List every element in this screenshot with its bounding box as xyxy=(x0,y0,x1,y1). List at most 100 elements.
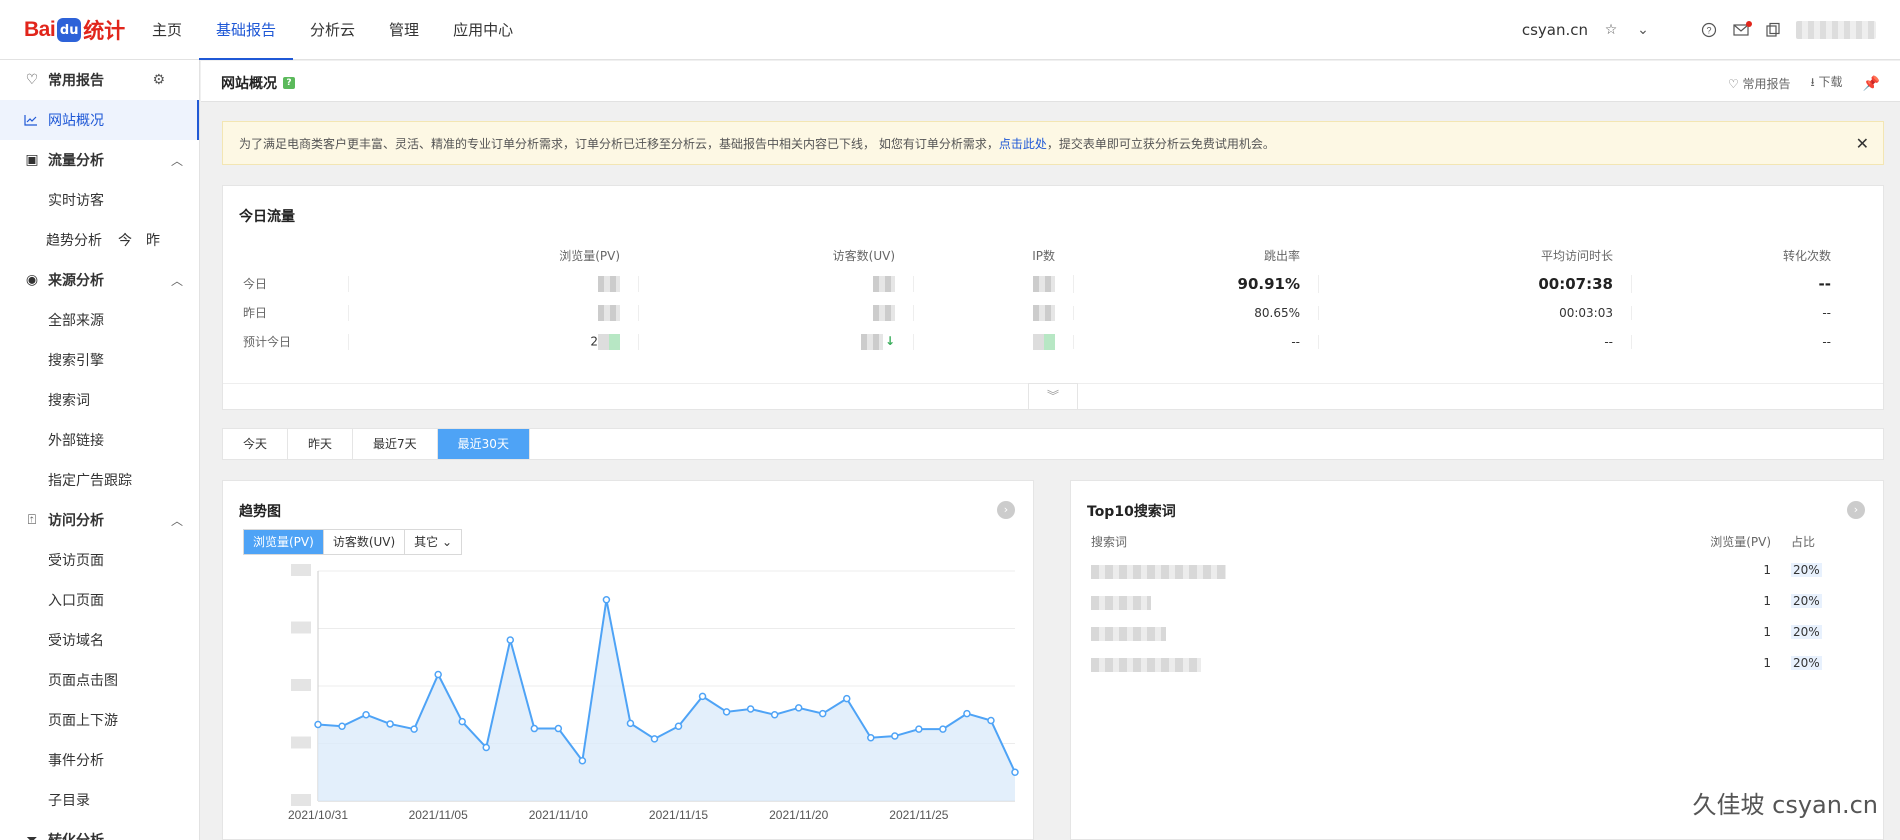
sidebar-item-visited-domain[interactable]: 受访域名 xyxy=(0,620,199,660)
nav-basic-reports[interactable]: 基础报告 xyxy=(199,0,294,60)
sidebar-group-source[interactable]: ◉ 来源分析 ︿ xyxy=(0,260,199,300)
table-header: 浏览量(PV) 访客数(UV) IP数 跳出率 平均访问时长 转化次数 xyxy=(559,248,1831,263)
sidebar-item-realtime[interactable]: 实时访客 xyxy=(0,180,199,220)
sidebar-item-ext-link[interactable]: 外部链接 xyxy=(0,420,199,460)
sidebar-item-all-source[interactable]: 全部来源 xyxy=(0,300,199,340)
nav-analysis-cloud[interactable]: 分析云 xyxy=(293,0,372,60)
today-traffic-title: 今日流量 xyxy=(239,209,295,225)
trend-today-link[interactable]: 今 xyxy=(118,230,132,250)
top-right-tools: csyan.cn ☆ ⌄ ? xyxy=(1522,0,1876,60)
masked-keyword xyxy=(1091,596,1151,610)
masked-value xyxy=(1033,304,1055,321)
range-7days[interactable]: 最近7天 xyxy=(353,429,438,459)
sidebar-item-entry-page[interactable]: 入口页面 xyxy=(0,580,199,620)
user-account[interactable] xyxy=(1796,21,1876,39)
sidebar-item-search-word[interactable]: 搜索词 xyxy=(0,380,199,420)
notice-link[interactable]: 点击此处 xyxy=(999,135,1047,152)
sidebar-group-flow[interactable]: ▣ 流量分析 ︿ xyxy=(0,140,199,180)
masked-y-tick xyxy=(291,564,311,576)
table-row[interactable]: 1 20% xyxy=(1091,594,1871,614)
trend-point xyxy=(843,694,851,703)
trend-point xyxy=(554,724,563,733)
nav-manage[interactable]: 管理 xyxy=(372,0,436,60)
chevron-down-icon[interactable]: ⌄ xyxy=(1634,21,1652,39)
range-yesterday[interactable]: 昨天 xyxy=(288,429,354,459)
trend-point xyxy=(867,734,875,742)
pin-icon[interactable]: 📌 xyxy=(1863,76,1880,92)
funnel-icon: ⏷ xyxy=(26,832,38,840)
today-traffic-card: 今日流量 浏览量(PV) 访客数(UV) IP数 跳出率 平均访问时长 转化次数… xyxy=(222,185,1884,410)
sidebar-item-trend[interactable]: 趋势分析 今 昨 xyxy=(0,220,199,260)
copy-icon[interactable] xyxy=(1764,21,1782,39)
sidebar-group-convert[interactable]: ⏷ 转化分析 ︿ xyxy=(0,820,199,840)
gear-icon[interactable]: ⚙ xyxy=(152,72,165,88)
chevron-down-icon: ⌄ xyxy=(442,535,453,549)
masked-value xyxy=(860,333,883,350)
table-row[interactable]: 1 20% xyxy=(1091,625,1871,645)
sidebar-item-visited-page[interactable]: 受访页面 xyxy=(0,540,199,580)
range-30days[interactable]: 最近30天 xyxy=(437,429,530,459)
help-icon[interactable]: ? xyxy=(1700,21,1718,39)
svg-text:?: ? xyxy=(1706,26,1711,36)
sidebar-item-page-updown[interactable]: 页面上下游 xyxy=(0,700,199,740)
trend-title: 趋势图 xyxy=(239,504,281,520)
trend-point xyxy=(482,743,490,752)
trend-point xyxy=(818,709,827,718)
trend-area xyxy=(318,599,1015,801)
x-tick-label: 2021/11/15 xyxy=(649,808,708,822)
table-row[interactable]: 1 20% xyxy=(1091,563,1871,583)
masked-y-tick xyxy=(291,794,311,806)
sidebar-item-ad-track[interactable]: 指定广告跟踪 xyxy=(0,460,199,500)
masked-y-tick xyxy=(291,736,311,749)
date-range-tabs: 今天 昨天 最近7天 最近30天 xyxy=(222,428,1884,460)
masked-value xyxy=(598,304,620,321)
trend-point xyxy=(987,716,995,725)
trend-point xyxy=(722,708,731,716)
sidebar-group-visit[interactable]: ⍐ 访问分析 ︿ xyxy=(0,500,199,540)
paw-icon: du xyxy=(57,18,82,42)
chevron-up-icon: ︿ xyxy=(170,153,183,168)
table-row: 预计今日 2 ↓ -- -- -- xyxy=(223,327,1885,356)
sidebar-item-search-engine[interactable]: 搜索引擎 xyxy=(0,340,199,380)
trend-point xyxy=(530,724,539,733)
sidebar-item-page-click[interactable]: 页面点击图 xyxy=(0,660,199,700)
chevron-up-icon: ︿ xyxy=(171,832,183,840)
nav-app-center[interactable]: 应用中心 xyxy=(436,0,530,60)
masked-keyword xyxy=(1091,658,1201,672)
star-icon[interactable]: ☆ xyxy=(1602,21,1620,39)
site-selector[interactable]: csyan.cn xyxy=(1522,21,1588,39)
sidebar-item-event[interactable]: 事件分析 xyxy=(0,740,199,780)
download-button[interactable]: ⭳ 下载 xyxy=(1811,73,1843,94)
trend-point xyxy=(698,692,707,701)
arrow-right-icon[interactable]: › xyxy=(1847,501,1865,519)
x-tick-label: 2021/11/10 xyxy=(529,808,588,822)
sidebar-item-subdir[interactable]: 子目录 xyxy=(0,780,199,820)
mail-icon[interactable] xyxy=(1732,21,1752,39)
nav-home[interactable]: 主页 xyxy=(135,0,199,60)
sidebar-item-common[interactable]: ♡ 常用报告 ⚙ xyxy=(0,60,199,100)
add-favorite-button[interactable]: ♡ 常用报告 xyxy=(1728,75,1791,92)
x-tick-label: 2021/11/20 xyxy=(769,808,828,822)
masked-keyword xyxy=(1091,627,1166,641)
masked-value xyxy=(598,333,620,350)
trend-point xyxy=(314,720,322,729)
tab-uv[interactable]: 访客数(UV) xyxy=(324,530,406,554)
tab-pv[interactable]: 浏览量(PV) xyxy=(244,530,324,554)
trend-point xyxy=(626,719,635,728)
sidebar-item-overview[interactable]: 网站概况 xyxy=(0,100,199,140)
expand-chevron-icon[interactable]: ︾ xyxy=(1028,383,1078,409)
table-row[interactable]: 1 20% xyxy=(1091,656,1871,676)
range-today[interactable]: 今天 xyxy=(223,429,289,459)
close-icon[interactable]: ✕ xyxy=(1856,134,1869,153)
heart-icon: ♡ xyxy=(25,72,39,88)
masked-keyword xyxy=(1091,565,1226,579)
trend-point xyxy=(434,670,442,679)
baidu-tongji-logo[interactable]: Bai du 统计 xyxy=(24,14,125,46)
table-row: 今日 90.91% 00:07:38 -- xyxy=(223,269,1885,298)
arrow-right-icon[interactable]: › xyxy=(997,501,1015,519)
trend-point xyxy=(963,709,971,718)
help-badge-icon[interactable]: ? xyxy=(283,77,295,89)
trend-point xyxy=(362,711,370,719)
tab-other[interactable]: 其它 ⌄ xyxy=(405,530,461,554)
trend-yesterday-link[interactable]: 昨 xyxy=(146,230,160,250)
